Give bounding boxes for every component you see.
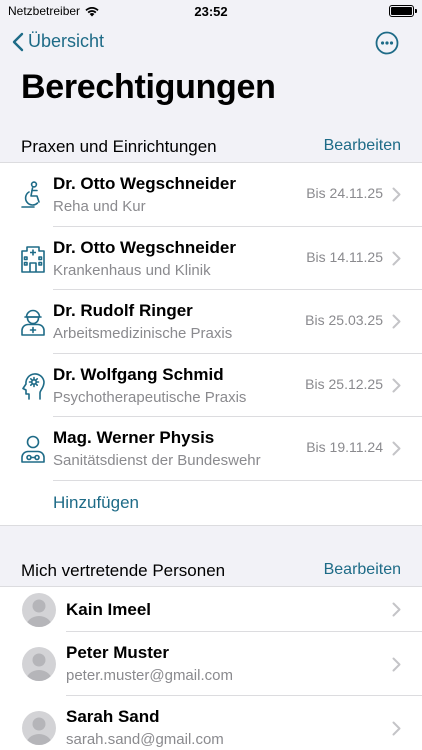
practices-list: Dr. Otto Wegschneider Reha und Kur Bis 2… — [0, 162, 422, 526]
person-icon — [26, 717, 52, 745]
page-title: Berechtigungen — [21, 68, 276, 106]
valid-until: Bis 25.03.25 — [305, 312, 383, 328]
person-name: Sarah Sand — [66, 707, 160, 726]
chevron-right-icon — [392, 314, 401, 329]
occupational-doctor-icon — [21, 309, 45, 336]
list-item[interactable]: Mag. Werner Physis Sanitätsdienst der Bu… — [0, 417, 422, 481]
hospital-icon — [21, 245, 45, 273]
rehab-icon — [21, 181, 40, 208]
valid-until: Bis 25.12.25 — [305, 375, 383, 392]
edit-persons-button[interactable]: Bearbeiten — [324, 561, 401, 579]
chevron-right-icon — [392, 251, 401, 265]
avatar — [22, 647, 56, 681]
avatar — [22, 593, 56, 627]
clock: 23:52 — [194, 4, 228, 19]
status-bar: Netzbetreiber 23:52 — [0, 0, 422, 22]
chevron-right-icon — [392, 657, 401, 672]
chevron-right-icon — [392, 441, 401, 456]
list-item[interactable]: Dr. Otto Wegschneider Krankenhaus und Kl… — [0, 227, 422, 290]
add-practice-button[interactable]: Hinzufügen — [0, 481, 422, 525]
section-header-practices: Praxen und Einrichtungen Bearbeiten — [0, 131, 422, 161]
chevron-right-icon — [392, 378, 401, 392]
back-button[interactable]: Übersicht — [12, 31, 104, 52]
practice-name: Dr. Otto Wegschneider — [53, 174, 236, 193]
navigation-bar: Übersicht — [0, 26, 422, 62]
list-item[interactable]: Dr. Otto Wegschneider Reha und Kur Bis 2… — [0, 163, 422, 227]
practice-name: Mag. Werner Physis — [53, 428, 215, 447]
person-icon — [26, 599, 52, 627]
valid-until: Bis 24.11.25 — [306, 185, 383, 201]
section-header-persons: Mich vertretende Personen Bearbeiten — [0, 555, 422, 585]
battery-icon — [389, 5, 417, 17]
person-name: Peter Muster — [66, 643, 169, 662]
list-item[interactable]: Kain Imeel — [0, 587, 422, 632]
practice-name: Dr. Rudolf Ringer — [53, 301, 193, 320]
practice-type: Arbeitsmedizinische Praxis — [53, 325, 233, 342]
back-label: Übersicht — [28, 31, 105, 51]
chevron-right-icon — [392, 602, 401, 617]
person-email: sarah.sand@gmail.com — [66, 731, 224, 748]
practice-name: Dr. Wolfgang Schmid — [53, 364, 224, 384]
list-item[interactable]: Peter Muster peter.muster@gmail.com — [0, 632, 422, 696]
chevron-right-icon — [392, 187, 401, 202]
list-item[interactable]: Dr. Rudolf Ringer Arbeitsmedizinische Pr… — [0, 290, 422, 354]
section-title: Praxen und Einrichtungen — [21, 137, 217, 156]
valid-until: Bis 19.11.24 — [306, 439, 383, 455]
edit-practices-button[interactable]: Bearbeiten — [324, 137, 401, 155]
section-title: Mich vertretende Personen — [21, 561, 226, 580]
list-item[interactable]: Dr. Wolfgang Schmid Psychotherapeutische… — [0, 354, 422, 417]
chevron-right-icon — [392, 721, 401, 736]
person-icon — [26, 653, 52, 681]
practice-name: Dr. Otto Wegschneider — [53, 237, 236, 257]
more-options-icon[interactable] — [375, 31, 399, 55]
add-label: Hinzufügen — [53, 492, 140, 512]
avatar — [22, 711, 56, 745]
psychotherapy-icon — [22, 372, 45, 400]
chevron-left-icon — [12, 32, 24, 51]
list-item[interactable]: Sarah Sand sarah.sand@gmail.com — [0, 696, 422, 750]
person-name: Kain Imeel — [66, 600, 152, 619]
valid-until: Bis 14.11.25 — [306, 248, 383, 265]
medical-service-icon — [21, 435, 45, 463]
practice-type: Sanitätsdienst der Bundeswehr — [53, 452, 261, 469]
practice-type: Psychotherapeutische Praxis — [53, 388, 247, 406]
person-email: peter.muster@gmail.com — [66, 667, 233, 684]
persons-list: Kain Imeel Peter Muster peter.muster@gma… — [0, 586, 422, 750]
practice-type: Reha und Kur — [53, 198, 146, 215]
practice-type: Krankenhaus und Klinik — [53, 261, 211, 279]
